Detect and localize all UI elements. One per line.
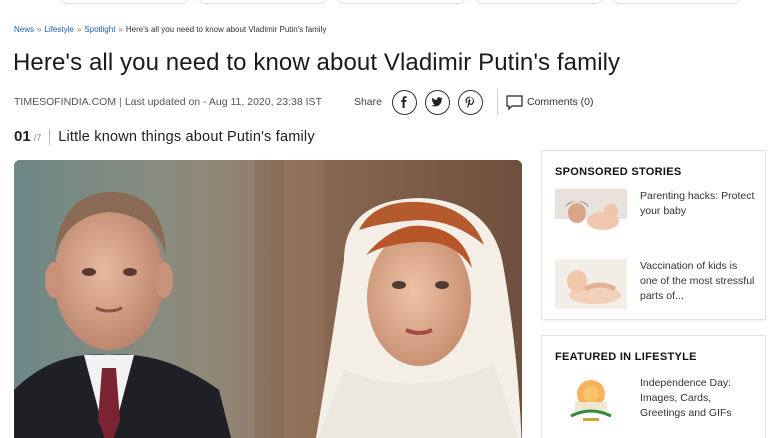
slide-number: 01 bbox=[14, 128, 31, 145]
sponsored-story-text: Parenting hacks: Protect your baby bbox=[640, 190, 755, 217]
slide-total: /7 bbox=[33, 133, 42, 143]
share-pinterest-button[interactable] bbox=[457, 89, 483, 115]
featured-story-text: Independence Day: Images, Cards, Greetin… bbox=[640, 377, 732, 419]
sponsored-story-text: Vaccination of kids is one of the most s… bbox=[640, 260, 755, 302]
tab-placeholder[interactable] bbox=[612, 0, 742, 4]
tab-placeholder[interactable] bbox=[60, 0, 190, 4]
article-title: Here's all you need to know about Vladim… bbox=[13, 49, 621, 76]
breadcrumb: News» Lifestyle» Spotlight» Here's all you … bbox=[14, 25, 326, 34]
tab-placeholder[interactable] bbox=[474, 0, 604, 4]
article-updated: Last updated on - Aug 11, 2020, 23:38 IS… bbox=[124, 96, 322, 108]
comments-link[interactable]: Comments (0) bbox=[506, 94, 594, 110]
tab-placeholder[interactable] bbox=[198, 0, 328, 4]
mother-baby-thumbnail bbox=[555, 189, 627, 239]
featured-lifestyle-panel: FEATURED IN LIFESTYLE Independence Day: … bbox=[541, 335, 766, 438]
meta-divider bbox=[496, 89, 498, 115]
tab-placeholder[interactable] bbox=[336, 0, 466, 4]
slide-divider bbox=[49, 128, 51, 145]
comments-count: Comments (0) bbox=[526, 96, 594, 108]
breadcrumb-current: Here's all you need to know about Vladim… bbox=[125, 25, 327, 34]
featured-title: FEATURED IN LIFESTYLE bbox=[555, 351, 697, 363]
slide-photo[interactable] bbox=[14, 160, 522, 438]
sponsored-title: SPONSORED STORIES bbox=[555, 166, 682, 178]
baby-thumbnail bbox=[555, 259, 627, 309]
article-meta: TIMESOFINDIA.COM | Last updated on - Aug… bbox=[14, 88, 596, 116]
breadcrumb-separator: » bbox=[76, 25, 82, 34]
slide-title: Little known things about Putin's family bbox=[58, 129, 315, 145]
twitter-icon bbox=[431, 97, 443, 107]
share-facebook-button[interactable] bbox=[391, 89, 417, 115]
putin-family-photo bbox=[14, 160, 522, 438]
facebook-icon bbox=[401, 96, 408, 108]
article-source: TIMESOFINDIA.COM bbox=[14, 96, 117, 108]
slide-header: 01 /7 Little known things about Putin's … bbox=[14, 128, 315, 145]
breadcrumb-spotlight[interactable]: Spotlight bbox=[84, 25, 115, 34]
sponsored-story-item[interactable]: Vaccination of kids is one of the most s… bbox=[555, 259, 757, 309]
independence-day-thumbnail bbox=[555, 376, 627, 426]
sponsored-stories-panel: SPONSORED STORIES Parenting hacks: Prote… bbox=[541, 150, 766, 320]
breadcrumb-separator: » bbox=[118, 25, 123, 34]
pinterest-icon bbox=[465, 96, 475, 108]
sponsored-story-item[interactable]: Parenting hacks: Protect your baby bbox=[555, 189, 757, 239]
breadcrumb-lifestyle[interactable]: Lifestyle bbox=[44, 25, 73, 34]
breadcrumb-separator: » bbox=[37, 25, 42, 34]
comment-icon bbox=[506, 94, 523, 110]
featured-story-item[interactable]: Independence Day: Images, Cards, Greetin… bbox=[555, 376, 757, 426]
breadcrumb-news[interactable]: News bbox=[14, 25, 34, 34]
share-twitter-button[interactable] bbox=[424, 89, 450, 115]
meta-separator: | bbox=[119, 96, 122, 108]
share-label: Share bbox=[353, 96, 382, 108]
browser-tab-strip bbox=[60, 0, 776, 6]
